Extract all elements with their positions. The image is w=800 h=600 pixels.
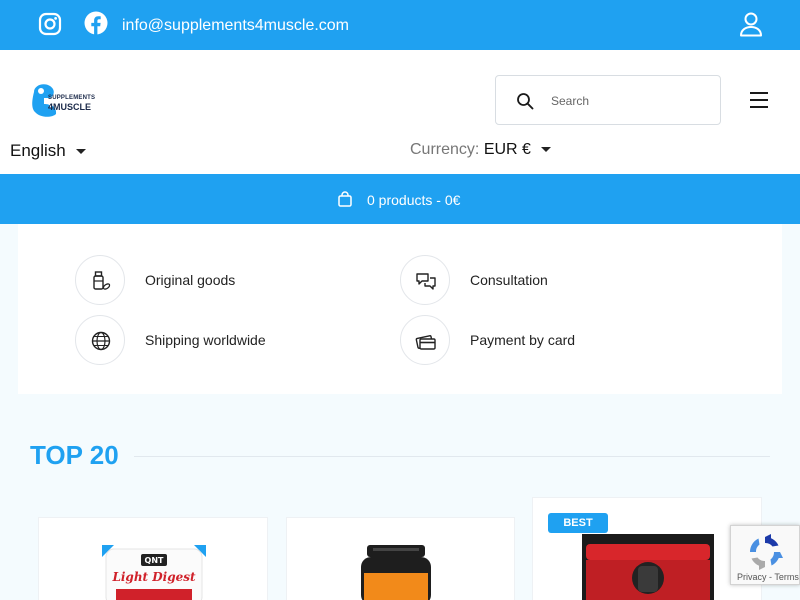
feature-label: Consultation (470, 272, 548, 288)
cart-summary: 0 products - 0€ (367, 192, 461, 208)
feature-label: Shipping worldwide (145, 332, 266, 348)
language-selector[interactable]: English (10, 141, 86, 161)
features-panel: Original goods Consultation Shipping wor… (18, 224, 782, 394)
search-input[interactable] (551, 90, 711, 112)
chat-bubbles-icon (416, 273, 436, 290)
search-box[interactable] (495, 75, 721, 125)
user-icon[interactable] (738, 11, 764, 37)
preworkout-tub-product-image[interactable] (582, 534, 714, 600)
recaptcha-links[interactable]: Privacy - Terms (737, 572, 799, 582)
product-card[interactable] (286, 517, 515, 600)
logo-text-supplements: SUPPLEMENTS (48, 95, 96, 101)
product-name: Light Digest (111, 570, 196, 584)
recaptcha-widget[interactable]: Privacy - Terms (730, 525, 800, 585)
feature-icon-circle (75, 255, 125, 305)
credit-card-icon (415, 335, 436, 350)
cart-bar[interactable]: 0 products - 0€ (0, 174, 800, 224)
hamburger-menu-icon[interactable] (750, 92, 770, 110)
language-label: English (10, 141, 66, 160)
shopping-bag-icon (338, 191, 352, 207)
feature-label: Original goods (145, 272, 236, 288)
menu-line (750, 99, 768, 101)
currency-label: Currency: (410, 141, 480, 158)
menu-line (750, 92, 768, 94)
caret-down-icon (75, 149, 86, 155)
feature-icon-circle (400, 255, 450, 305)
feature-icon-circle (400, 315, 450, 365)
logo-text-4muscle: 4MUSCLE (48, 102, 92, 112)
section-title: TOP 20 (30, 440, 119, 470)
currency-selector[interactable]: Currency: EUR € (410, 141, 551, 159)
protein-tub-product-image[interactable] (361, 545, 431, 600)
product-brand: QNT (145, 556, 164, 565)
top-bar: info@supplements4muscle.com (0, 0, 800, 50)
site-header: SUPPLEMENTS 4MUSCLE English Currency: EU… (0, 50, 800, 174)
feature-icon-circle (75, 315, 125, 365)
globe-icon (91, 331, 111, 351)
qnt-light-digest-product-image[interactable]: QNT Light Digest (102, 545, 206, 600)
supplement-bottle-icon (93, 271, 111, 290)
best-badge: BEST (548, 513, 608, 533)
search-icon[interactable] (516, 92, 534, 110)
email-link[interactable]: info@supplements4muscle.com (122, 17, 349, 35)
instagram-icon[interactable] (38, 12, 62, 36)
menu-line (750, 106, 768, 108)
feature-label: Payment by card (470, 332, 576, 348)
product-card[interactable]: QNT Light Digest (38, 517, 268, 600)
currency-value: EUR € (483, 141, 531, 158)
section-divider (134, 456, 770, 457)
caret-down-icon (540, 147, 551, 153)
site-logo[interactable]: SUPPLEMENTS 4MUSCLE (30, 82, 96, 118)
facebook-icon[interactable] (84, 11, 108, 35)
recaptcha-icon (750, 534, 783, 570)
